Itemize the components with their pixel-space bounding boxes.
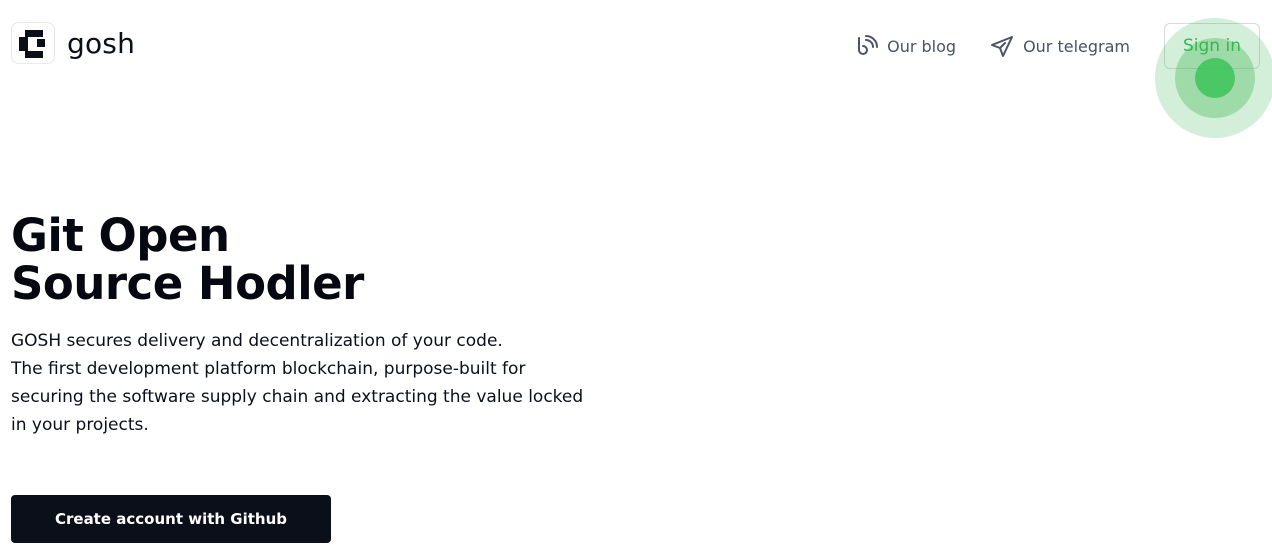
hero-description: GOSH secures delivery and decentralizati…	[11, 327, 651, 439]
hero-description-line: GOSH secures delivery and decentralizati…	[11, 331, 503, 351]
logo-link[interactable]: gosh	[11, 22, 135, 64]
hero-description-line: The first development platform blockchai…	[11, 359, 526, 379]
nav-telegram-link[interactable]: Our telegram	[990, 34, 1130, 58]
header: gosh Our blog Our telegram Sign in	[0, 0, 1272, 90]
hero-title: Git Open Source Hodler	[11, 212, 364, 308]
hero-title-line-1: Git Open	[11, 209, 230, 262]
hero-description-line: in your projects.	[11, 415, 149, 435]
blog-icon	[854, 34, 879, 58]
top-nav: Our blog Our telegram Sign in	[854, 23, 1260, 69]
nav-blog-label: Our blog	[887, 36, 957, 56]
paper-plane-icon	[990, 34, 1014, 58]
gosh-logo-icon	[11, 22, 55, 64]
nav-telegram-label: Our telegram	[1023, 36, 1130, 56]
nav-blog-link[interactable]: Our blog	[854, 34, 956, 58]
create-account-github-button[interactable]: Create account with Github	[11, 495, 331, 543]
hero-title-line-2: Source Hodler	[11, 257, 364, 310]
hero-description-line: securing the software supply chain and e…	[11, 387, 584, 407]
sign-in-button[interactable]: Sign in	[1164, 23, 1260, 69]
logo-text: gosh	[67, 26, 136, 60]
